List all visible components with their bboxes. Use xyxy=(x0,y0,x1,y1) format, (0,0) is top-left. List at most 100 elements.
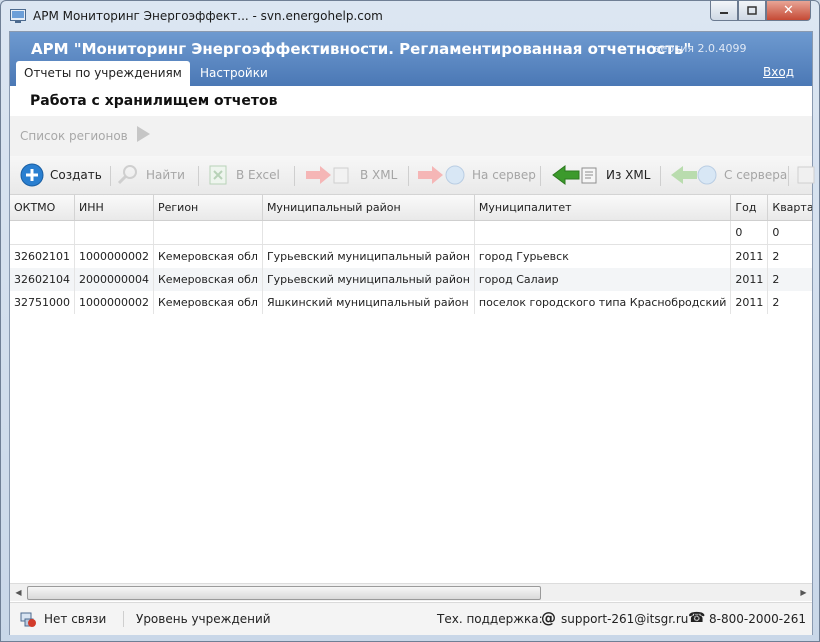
table-row[interactable]: 32751000 1000000002 Кемеровская обл Яшки… xyxy=(10,291,812,314)
toolbar-separator xyxy=(788,166,789,186)
add-icon xyxy=(20,163,44,187)
filter-cell[interactable] xyxy=(74,220,154,245)
toolbar-separator xyxy=(198,166,199,186)
table-cell: 2011 xyxy=(730,268,769,291)
filter-cell[interactable] xyxy=(474,220,732,245)
export-excel-button[interactable]: В Excel xyxy=(206,156,280,194)
minimize-icon xyxy=(720,11,728,14)
phone-icon: ☎ xyxy=(688,610,706,626)
close-button[interactable]: ✕ xyxy=(766,1,811,21)
toolbar-separator xyxy=(408,166,409,186)
table-cell: город Гурьевск xyxy=(474,244,732,268)
from-server-label: С сервера xyxy=(724,168,788,182)
excel-icon xyxy=(209,165,227,185)
status-separator xyxy=(123,611,124,627)
toolbar-separator xyxy=(660,166,661,186)
email-icon: @ xyxy=(541,609,556,627)
window-controls: ✕ xyxy=(710,1,811,21)
tab-reports[interactable]: Отчеты по учреждениям xyxy=(16,61,190,86)
table-cell: 2000000004 xyxy=(74,268,154,291)
app-header: АРМ "Мониторинг Энергоэффективности. Рег… xyxy=(10,32,812,86)
scroll-left-icon[interactable]: ◀ xyxy=(10,584,27,601)
table-cell: 1000000002 xyxy=(74,244,154,268)
filter-row: 0 0 xyxy=(10,220,812,245)
find-button[interactable]: Найти xyxy=(116,156,185,194)
tab-settings[interactable]: Настройки xyxy=(192,61,276,86)
table-cell: 2 xyxy=(767,244,812,268)
create-label: Создать xyxy=(50,168,102,182)
table-cell: 1000000002 xyxy=(74,291,154,314)
scrollbar-thumb[interactable] xyxy=(27,586,541,600)
support-label: Тех. поддержка: xyxy=(437,612,543,626)
search-icon xyxy=(117,165,137,185)
section-title: Работа с хранилищем отчетов xyxy=(30,93,278,109)
filter-cell[interactable] xyxy=(10,220,75,245)
support-phone: 8-800-2000-261 xyxy=(709,612,806,626)
column-header-oktmo[interactable]: ОКТМО xyxy=(10,195,75,221)
arrow-right-xml-icon xyxy=(306,166,349,184)
support-email[interactable]: support-261@itsgr.ru xyxy=(561,612,688,626)
table-cell: 32602104 xyxy=(10,268,75,291)
column-header-year[interactable]: Год xyxy=(730,195,769,221)
table-cell: 32751000 xyxy=(10,291,75,314)
table-cell: Яшкинский муниципальный район xyxy=(262,291,475,314)
arrow-left-xml-icon xyxy=(552,165,597,185)
column-header-inn[interactable]: ИНН xyxy=(74,195,154,221)
column-header-municipality[interactable]: Муниципалитет xyxy=(474,195,732,221)
toolbar-separator xyxy=(110,166,111,186)
table-cell: поселок городского типа Краснобродский xyxy=(474,291,732,314)
table-cell: 2011 xyxy=(730,291,769,314)
filter-cell[interactable] xyxy=(153,220,263,245)
reports-table: ОКТМО ИНН Регион Муниципальный район Мун… xyxy=(10,195,812,583)
document-icon xyxy=(797,166,815,184)
toolbar-separator xyxy=(540,166,541,186)
close-icon: ✕ xyxy=(783,3,794,18)
app-version: версия 2.0.4099 xyxy=(654,42,747,55)
window-title: АРМ Мониторинг Энергоэффект... - svn.ene… xyxy=(33,9,383,23)
table-row[interactable]: 32602104 2000000004 Кемеровская обл Гурь… xyxy=(10,268,812,291)
export-xml-button[interactable]: В XML xyxy=(304,156,397,194)
region-list-button[interactable]: Список регионов xyxy=(20,129,128,143)
import-xml-button[interactable]: Из XML xyxy=(550,156,650,194)
app-window: АРМ Мониторинг Энергоэффект... - svn.ene… xyxy=(0,0,820,642)
level-status: Уровень учреждений xyxy=(136,612,271,626)
overflow-button[interactable] xyxy=(794,156,818,194)
table-cell: Гурьевский муниципальный район xyxy=(262,268,475,291)
arrow-right-globe-icon xyxy=(418,165,465,185)
column-header-quarter[interactable]: Квартал xyxy=(767,195,812,221)
table-cell: город Салаир xyxy=(474,268,732,291)
maximize-icon xyxy=(747,6,757,15)
filter-cell[interactable] xyxy=(262,220,475,245)
toolbar: Создать Найти В Excel В XML На сервер Из… xyxy=(10,156,815,195)
column-header-region[interactable]: Регион xyxy=(153,195,263,221)
maximize-button[interactable] xyxy=(738,1,766,21)
connection-status: Нет связи xyxy=(44,612,107,626)
table-cell: Кемеровская обл xyxy=(153,291,263,314)
scroll-right-icon[interactable]: ▶ xyxy=(795,584,812,601)
status-bar: Нет связи Уровень учреждений Тех. поддер… xyxy=(10,602,812,635)
minimize-button[interactable] xyxy=(710,1,738,21)
window-titlebar[interactable]: АРМ Мониторинг Энергоэффект... - svn.ene… xyxy=(1,1,819,31)
app-title: АРМ "Мониторинг Энергоэффективности. Рег… xyxy=(31,40,692,58)
app-client-area: АРМ "Мониторинг Энергоэффективности. Рег… xyxy=(9,31,815,635)
create-button[interactable]: Создать xyxy=(20,156,102,194)
play-icon[interactable] xyxy=(137,126,150,142)
table-cell: Кемеровская обл xyxy=(153,244,263,268)
upload-server-button[interactable]: На сервер xyxy=(416,156,536,194)
filter-cell[interactable]: 0 xyxy=(767,220,812,245)
table-cell: Гурьевский муниципальный район xyxy=(262,244,475,268)
to-server-label: На сервер xyxy=(472,168,536,182)
xml-label: В XML xyxy=(360,168,398,182)
table-header-row: ОКТМО ИНН Регион Муниципальный район Мун… xyxy=(10,195,812,221)
arrow-left-globe-icon xyxy=(671,165,717,185)
filter-cell[interactable]: 0 xyxy=(730,220,769,245)
table-cell: Кемеровская обл xyxy=(153,268,263,291)
from-xml-label: Из XML xyxy=(606,168,651,182)
horizontal-scrollbar[interactable]: ◀ ▶ xyxy=(10,583,812,601)
column-header-district[interactable]: Муниципальный район xyxy=(262,195,475,221)
download-server-button[interactable]: С сервера xyxy=(668,156,787,194)
login-link[interactable]: Вход xyxy=(763,65,794,79)
find-label: Найти xyxy=(146,168,185,182)
table-row[interactable]: 32602101 1000000002 Кемеровская обл Гурь… xyxy=(10,244,812,268)
toolbar-separator xyxy=(294,166,295,186)
